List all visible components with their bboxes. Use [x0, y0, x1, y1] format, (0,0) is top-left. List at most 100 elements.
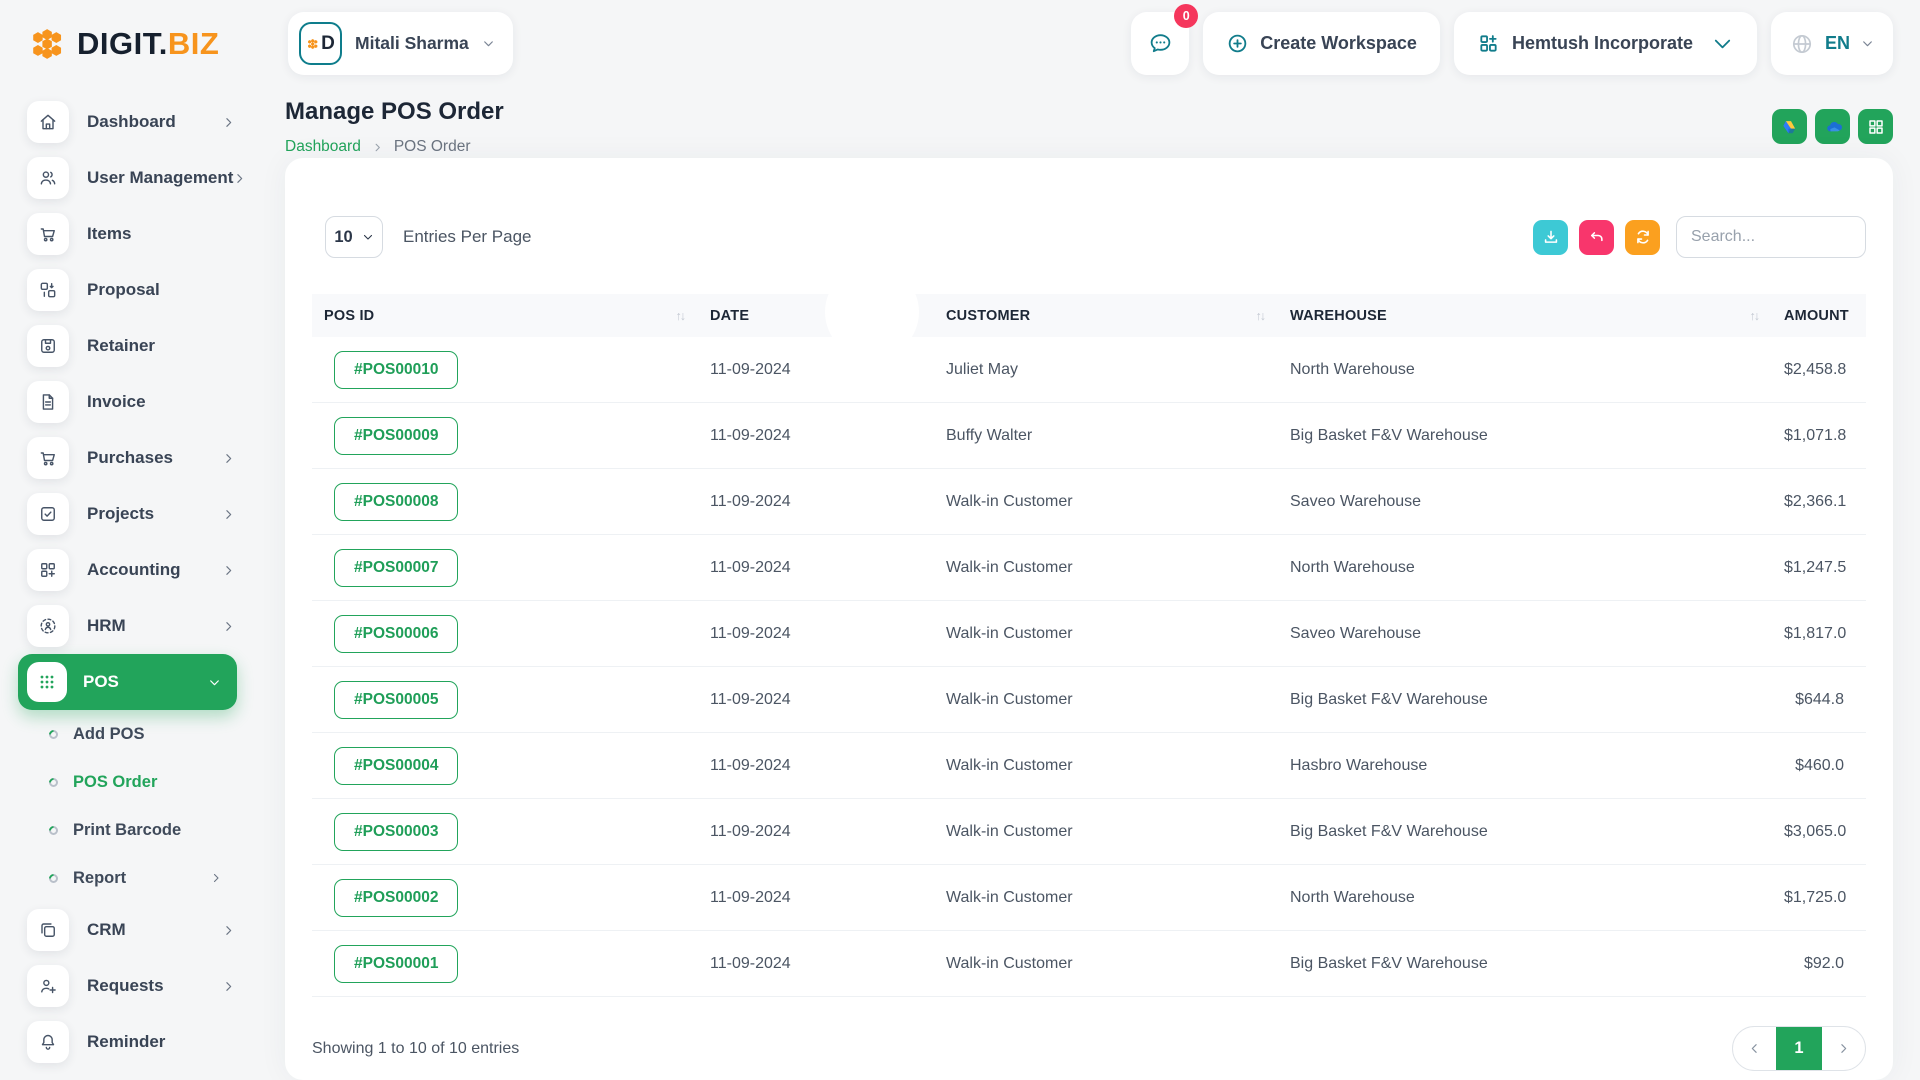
sidebar-subitem-label: Report	[73, 869, 126, 888]
sidebar-item-pos[interactable]: POS	[18, 654, 237, 710]
sidebar-item-user-management[interactable]: User Management	[0, 150, 255, 206]
sidebar-subitem-print-barcode[interactable]: Print Barcode	[0, 806, 255, 854]
sidebar-item-label: Reminder	[87, 1032, 165, 1052]
sidebar-item-retainer[interactable]: Retainer	[0, 318, 255, 374]
cell-amount: $1,071.8	[1772, 427, 1868, 445]
entries-label: Entries Per Page	[403, 227, 532, 247]
pos-id-pill[interactable]: #POS00006	[334, 615, 458, 653]
table-row: #POS00001 11-09-2024 Walk-in Customer Bi…	[312, 931, 1866, 997]
column-header-amount[interactable]: AMOUNT	[1772, 308, 1871, 324]
cell-warehouse: Big Basket F&V Warehouse	[1278, 823, 1772, 841]
cell-customer: Walk-in Customer	[934, 625, 1278, 643]
pos-id-pill[interactable]: #POS00009	[334, 417, 458, 455]
entries-value: 10	[334, 228, 352, 247]
column-header-date[interactable]: DATE	[698, 308, 934, 324]
sort-icon[interactable]: ↑↓	[676, 309, 685, 323]
entries-per-page-select[interactable]: 10	[325, 216, 383, 258]
sidebar-item-label: Retainer	[87, 336, 155, 356]
hrm-icon	[27, 605, 69, 647]
pagination-next-button[interactable]	[1822, 1027, 1865, 1070]
sidebar-item-accounting[interactable]: Accounting	[0, 542, 255, 598]
sidebar-item-label: Requests	[87, 976, 164, 996]
refresh-button[interactable]	[1625, 220, 1660, 255]
chevron-right-icon	[222, 116, 235, 129]
sidebar-item-items[interactable]: Items	[0, 206, 255, 262]
workspace-selector[interactable]: Hemtush Incorporate	[1454, 12, 1757, 75]
sidebar-item-hrm[interactable]: HRM	[0, 598, 255, 654]
accounting-icon	[27, 549, 69, 591]
sidebar: Dashboard User Management Items Proposal…	[0, 90, 255, 1080]
page-title: Manage POS Order	[285, 98, 1893, 126]
proposal-icon	[27, 269, 69, 311]
workspace-name: Hemtush Incorporate	[1512, 33, 1693, 54]
sort-icon[interactable]: ↑↓	[1256, 309, 1265, 323]
cell-date: 11-09-2024	[698, 625, 934, 643]
sidebar-item-label: Dashboard	[87, 112, 176, 132]
column-header-warehouse[interactable]: WAREHOUSE ↑↓	[1278, 308, 1772, 324]
download-icon	[1542, 228, 1560, 246]
onedrive-button[interactable]	[1815, 109, 1850, 144]
search-input[interactable]	[1676, 216, 1866, 258]
table-controls: 10 Entries Per Page	[325, 216, 1866, 258]
bell-icon	[27, 1021, 69, 1063]
chevron-right-icon	[222, 620, 235, 633]
column-header-label: DATE	[710, 308, 749, 324]
cell-amount: $2,458.8	[1772, 361, 1868, 379]
sidebar-item-projects[interactable]: Projects	[0, 486, 255, 542]
language-selector[interactable]: EN	[1771, 12, 1893, 75]
pos-id-pill[interactable]: #POS00005	[334, 681, 458, 719]
sidebar-item-reminder[interactable]: Reminder	[0, 1014, 255, 1070]
sidebar-item-purchases[interactable]: Purchases	[0, 430, 255, 486]
cell-customer: Walk-in Customer	[934, 955, 1278, 973]
sidebar-nav-top: Dashboard User Management Items Proposal…	[0, 94, 255, 654]
pos-id-pill[interactable]: #POS00010	[334, 351, 458, 389]
column-header-label: CUSTOMER	[946, 308, 1030, 324]
cell-warehouse: Saveo Warehouse	[1278, 625, 1772, 643]
cell-customer: Walk-in Customer	[934, 889, 1278, 907]
breadcrumb-dashboard-link[interactable]: Dashboard	[285, 138, 361, 156]
table-row: #POS00003 11-09-2024 Walk-in Customer Bi…	[312, 799, 1866, 865]
sidebar-subitem-label: POS Order	[73, 773, 157, 792]
pos-id-pill[interactable]: #POS00004	[334, 747, 458, 785]
pos-id-pill[interactable]: #POS00007	[334, 549, 458, 587]
cell-customer: Walk-in Customer	[934, 691, 1278, 709]
showing-entries-text: Showing 1 to 10 of 10 entries	[312, 1040, 519, 1058]
sort-icon[interactable]: ↑↓	[1750, 309, 1759, 323]
pos-id-pill[interactable]: #POS00002	[334, 879, 458, 917]
sidebar-item-dashboard[interactable]: Dashboard	[0, 94, 255, 150]
chevron-down-icon	[1861, 37, 1874, 50]
cell-warehouse: Saveo Warehouse	[1278, 493, 1772, 511]
sidebar-item-proposal[interactable]: Proposal	[0, 262, 255, 318]
google-drive-icon	[1780, 117, 1800, 137]
pos-id-pill[interactable]: #POS00003	[334, 813, 458, 851]
column-header-label: POS ID	[324, 308, 374, 324]
column-header-customer[interactable]: CUSTOMER ↑↓	[934, 308, 1278, 324]
undo-button[interactable]	[1579, 220, 1614, 255]
sidebar-item-invoice[interactable]: Invoice	[0, 374, 255, 430]
pagination-prev-button[interactable]	[1733, 1027, 1776, 1070]
pagination-page-1[interactable]: 1	[1776, 1027, 1822, 1070]
sidebar-item-crm[interactable]: CRM	[0, 902, 255, 958]
sidebar-item-requests[interactable]: Requests	[0, 958, 255, 1014]
app-logo: DIGIT.BIZ	[27, 23, 219, 65]
google-drive-button[interactable]	[1772, 109, 1807, 144]
pos-order-card: 10 Entries Per Page POS ID ↑↓ DATE CUSTO…	[285, 158, 1893, 1080]
sidebar-subitem-report[interactable]: Report	[0, 854, 255, 902]
chat-button[interactable]: 0	[1131, 12, 1189, 75]
grid-view-button[interactable]	[1858, 109, 1893, 144]
pos-id-pill[interactable]: #POS00008	[334, 483, 458, 521]
pos-grid-icon	[27, 662, 67, 702]
export-download-button[interactable]	[1533, 220, 1568, 255]
cell-amount: $644.8	[1772, 691, 1866, 709]
avatar-letter: D	[321, 33, 335, 55]
pos-id-pill[interactable]: #POS00001	[334, 945, 458, 983]
sidebar-subitem-add-pos[interactable]: Add POS	[0, 710, 255, 758]
column-header-pos-id[interactable]: POS ID ↑↓	[312, 308, 698, 324]
chevron-right-icon	[1837, 1042, 1850, 1055]
sidebar-item-label: HRM	[87, 616, 126, 636]
sidebar-subitem-pos-order[interactable]: POS Order	[0, 758, 255, 806]
user-menu[interactable]: D Mitali Sharma	[288, 12, 513, 75]
table-row: #POS00009 11-09-2024 Buffy Walter Big Ba…	[312, 403, 1866, 469]
create-workspace-button[interactable]: Create Workspace	[1203, 12, 1440, 75]
cell-customer: Walk-in Customer	[934, 559, 1278, 577]
